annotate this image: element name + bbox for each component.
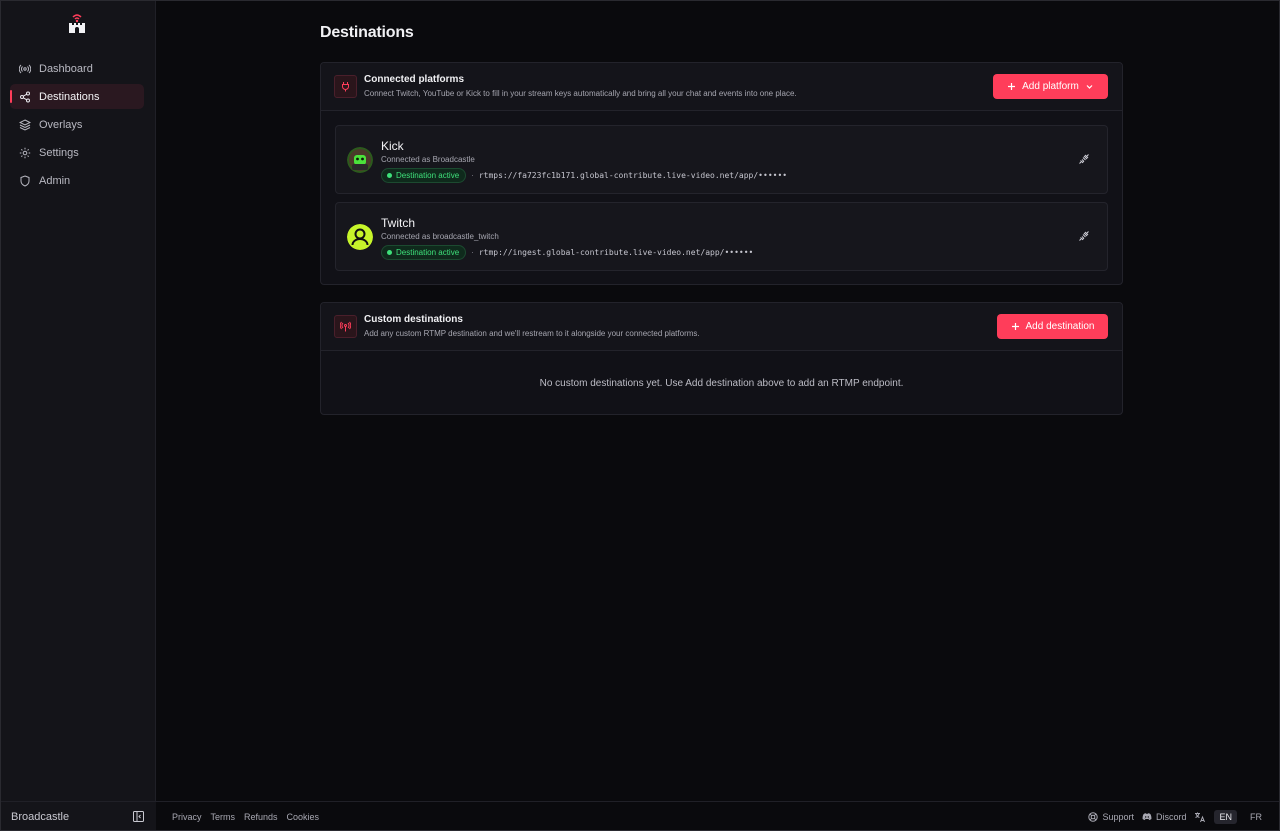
- plus-icon: [1008, 83, 1016, 90]
- sidebar-nav: Dashboard Destinations Overlays Settings…: [10, 56, 144, 196]
- footer-link-privacy[interactable]: Privacy: [172, 812, 202, 822]
- platform-connected-as: Connected as Broadcastle: [381, 155, 475, 164]
- status-badge-label: Destination active: [396, 171, 460, 180]
- status-dot-icon: [387, 173, 392, 178]
- broadcast-icon: [19, 63, 31, 75]
- sidebar-footer: Broadcastle: [0, 801, 156, 831]
- ingest-url: rtmp://ingest.global-contribute.live-vid…: [478, 248, 754, 257]
- sidebar-item-dashboard[interactable]: Dashboard: [10, 56, 144, 81]
- sidebar-item-label: Overlays: [39, 118, 83, 131]
- discord-label: Discord: [1155, 811, 1187, 822]
- footer-links: Privacy Terms Refunds Cookies: [172, 812, 319, 822]
- chevron-down-icon: [1086, 85, 1093, 89]
- page-title: Destinations: [320, 24, 414, 41]
- footer-link-cookies[interactable]: Cookies: [287, 812, 320, 822]
- sidebar-item-label: Settings: [39, 146, 79, 159]
- footer-right: Support Discord EN FR: [1088, 809, 1267, 824]
- connected-platforms-header: Connected platforms Connect Twitch, YouT…: [321, 63, 1122, 111]
- separator: ·: [471, 171, 474, 180]
- platform-card-kick: Kick Connected as Broadcastle Destinatio…: [335, 125, 1108, 194]
- kick-avatar: [347, 147, 373, 173]
- custom-destinations-card: Custom destinations Add any custom RTMP …: [320, 302, 1123, 415]
- share-icon: [19, 91, 31, 103]
- brand-name: Broadcastle: [11, 810, 70, 823]
- ingest-url: rtmps://fa723fc1b171.global-contribute.l…: [478, 171, 788, 180]
- sidebar-item-settings[interactable]: Settings: [10, 140, 144, 165]
- discord-link[interactable]: Discord: [1142, 811, 1187, 822]
- sidebar-item-destinations[interactable]: Destinations: [10, 84, 144, 109]
- footer-link-refunds[interactable]: Refunds: [244, 812, 278, 822]
- translate-icon: [1195, 812, 1206, 822]
- sidebar: Dashboard Destinations Overlays Settings…: [0, 0, 156, 831]
- disconnect-plug-icon[interactable]: [1078, 230, 1090, 242]
- shield-icon: [19, 174, 31, 187]
- connected-platforms-title: Connected platforms: [364, 73, 465, 85]
- discord-icon: [1142, 812, 1152, 820]
- platform-status-row: Destination active · rtmp://ingest.globa…: [381, 245, 753, 260]
- custom-destinations-header: Custom destinations Add any custom RTMP …: [321, 303, 1122, 351]
- custom-destinations-subtitle: Add any custom RTMP destination and we'l…: [364, 328, 700, 338]
- status-badge: Destination active: [381, 245, 467, 260]
- sidebar-collapse-icon[interactable]: [133, 811, 144, 822]
- lang-en-button[interactable]: EN: [1214, 809, 1237, 824]
- platform-name: Twitch: [381, 216, 416, 230]
- twitch-avatar: [347, 224, 373, 250]
- add-platform-button[interactable]: Add platform: [993, 74, 1108, 99]
- status-dot-icon: [387, 250, 392, 255]
- add-destination-label: Add destination: [1025, 321, 1095, 332]
- lifebuoy-icon: [1088, 811, 1099, 822]
- sidebar-item-admin[interactable]: Admin: [10, 168, 144, 193]
- add-destination-button[interactable]: Add destination: [997, 314, 1108, 339]
- custom-destinations-title: Custom destinations: [364, 313, 463, 325]
- castle-logo-icon[interactable]: [67, 12, 87, 34]
- support-label: Support: [1102, 811, 1134, 822]
- platform-card-twitch: Twitch Connected as broadcastle_twitch D…: [335, 202, 1108, 271]
- empty-state-message: No custom destinations yet. Use Add dest…: [539, 377, 904, 389]
- status-badge: Destination active: [381, 168, 467, 183]
- connected-platforms-subtitle: Connect Twitch, YouTube or Kick to fill …: [364, 88, 797, 98]
- plug-icon: [334, 75, 357, 98]
- disconnect-plug-icon[interactable]: [1078, 153, 1090, 165]
- footer-bar: Privacy Terms Refunds Cookies Support Di…: [156, 801, 1280, 831]
- platform-connected-as: Connected as broadcastle_twitch: [381, 232, 499, 241]
- sidebar-item-label: Dashboard: [39, 62, 93, 75]
- platform-name: Kick: [381, 139, 404, 153]
- layers-icon: [19, 118, 31, 131]
- connected-platforms-card: Connected platforms Connect Twitch, YouT…: [320, 62, 1123, 285]
- sidebar-item-overlays[interactable]: Overlays: [10, 112, 144, 137]
- separator: ·: [471, 248, 474, 257]
- footer-link-terms[interactable]: Terms: [211, 812, 236, 822]
- gear-icon: [19, 147, 31, 159]
- status-badge-label: Destination active: [396, 248, 460, 257]
- plus-icon: [1011, 323, 1019, 330]
- antenna-icon: [334, 315, 357, 338]
- platform-status-row: Destination active · rtmps://fa723fc1b17…: [381, 168, 787, 183]
- sidebar-item-label: Admin: [39, 174, 71, 187]
- support-link[interactable]: Support: [1088, 812, 1134, 822]
- lang-fr-button[interactable]: FR: [1245, 810, 1267, 824]
- add-platform-label: Add platform: [1022, 81, 1079, 92]
- sidebar-item-label: Destinations: [39, 90, 100, 103]
